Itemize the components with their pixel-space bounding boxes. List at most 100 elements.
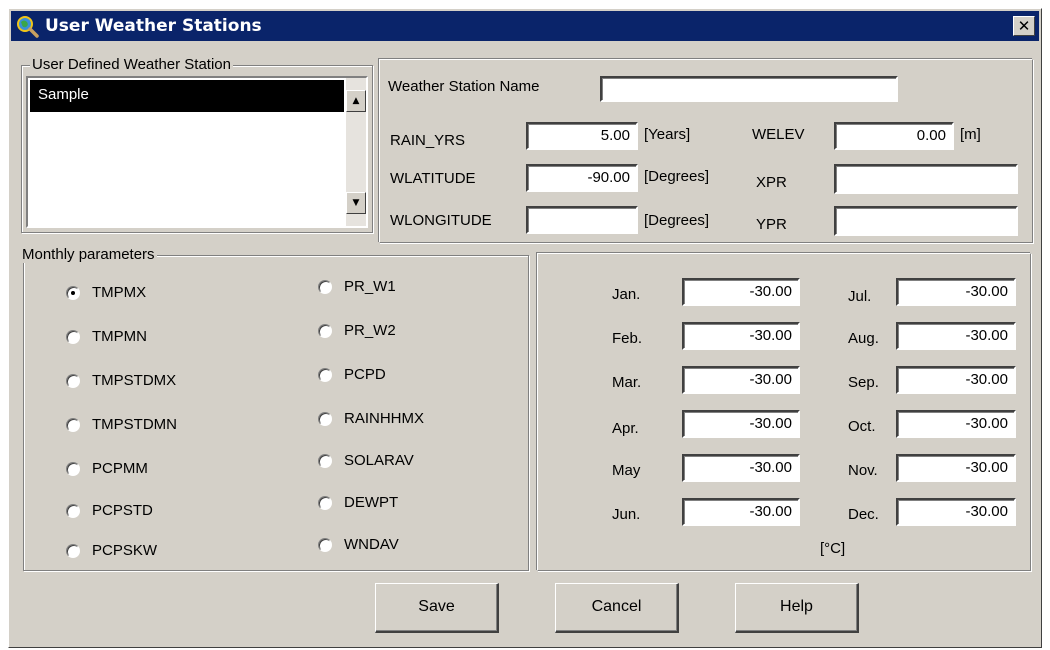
radio-label: PCPMM [92,460,148,477]
radio-icon [318,323,332,338]
scroll-up-button[interactable]: ▲ [346,90,366,112]
wlatitude-field[interactable]: -90.00 [526,164,638,192]
wlongitude-field[interactable] [526,206,638,234]
month-label-sep: Sep. [848,374,879,391]
cancel-button[interactable]: Cancel [555,583,679,633]
month-label-dec: Dec. [848,506,879,523]
radio-icon [66,329,80,344]
month-label-nov: Nov. [848,462,878,479]
wlatitude-unit: [Degrees] [644,168,710,185]
radio-icon [66,461,80,476]
rain-yrs-label: RAIN_YRS [390,132,466,149]
radio-label: TMPMX [92,284,147,301]
station-list-group: User Defined Weather Station Sample ▲ ▼ [21,56,373,233]
radio-pcpstd[interactable]: PCPSTD [66,502,153,519]
wlatitude-label: WLATITUDE [390,170,476,187]
radio-selected-icon [66,285,80,300]
month-field-sep[interactable]: -30.00 [896,366,1016,394]
monthly-parameters-group: Monthly parameters TMPMX TMPMN TMPSTDMX … [20,246,529,571]
welev-field[interactable]: 0.00 [834,122,954,150]
radio-label: DEWPT [344,494,399,511]
month-label-jan: Jan. [612,286,641,303]
radio-solarav[interactable]: SOLARAV [318,452,414,469]
close-icon: ✕ [1017,17,1031,35]
radio-wndav[interactable]: WNDAV [318,536,399,553]
station-listbox[interactable]: Sample ▲ ▼ [26,76,368,228]
temperature-unit-label: [°C] [820,540,846,557]
ypr-label: YPR [756,216,787,233]
month-label-aug: Aug. [848,330,879,347]
radio-pr-w1[interactable]: PR_W1 [318,278,396,295]
radio-label: TMPSTDMX [92,372,177,389]
radio-tmpmx[interactable]: TMPMX [66,284,146,301]
month-field-nov[interactable]: -30.00 [896,454,1016,482]
radio-rainhhmx[interactable]: RAINHHMX [318,410,424,427]
radio-pr-w2[interactable]: PR_W2 [318,322,396,339]
arrow-down-icon: ▼ [352,198,360,208]
monthly-values-panel: Jan. -30.00 Feb. -30.00 Mar. -30.00 Apr.… [537,253,1031,571]
radio-label: TMPMN [92,328,147,345]
month-label-jul: Jul. [848,288,872,305]
radio-tmpstdmx[interactable]: TMPSTDMX [66,372,176,389]
radio-dewpt[interactable]: DEWPT [318,494,398,511]
station-name-label: Weather Station Name [388,78,540,95]
month-field-jul[interactable]: -30.00 [896,278,1016,306]
station-list-scrollbar[interactable]: ▲ ▼ [346,78,366,226]
rain-yrs-unit: [Years] [644,126,691,143]
month-label-mar: Mar. [612,374,642,391]
month-field-apr[interactable]: -30.00 [682,410,800,438]
scroll-down-button[interactable]: ▼ [346,192,366,214]
radio-label: PCPD [344,366,386,383]
month-label-jun: Jun. [612,506,641,523]
radio-label: RAINHHMX [344,410,425,427]
xpr-label: XPR [756,174,787,191]
radio-icon [318,279,332,294]
month-field-feb[interactable]: -30.00 [682,322,800,350]
month-field-may[interactable]: -30.00 [682,454,800,482]
month-field-jan[interactable]: -30.00 [682,278,800,306]
station-info-panel: Weather Station Name RAIN_YRS 5.00 [Year… [379,59,1033,243]
radio-label: TMPSTDMN [92,416,177,433]
month-field-mar[interactable]: -30.00 [682,366,800,394]
month-field-dec[interactable]: -30.00 [896,498,1016,526]
radio-icon [66,373,80,388]
radio-label: PR_W1 [344,278,396,295]
radio-icon [318,367,332,382]
monthly-parameters-label: Monthly parameters [20,246,157,263]
close-button[interactable]: ✕ [1013,16,1035,36]
radio-icon [318,453,332,468]
radio-pcpskw[interactable]: PCPSKW [66,542,157,559]
rain-yrs-field[interactable]: 5.00 [526,122,638,150]
month-label-apr: Apr. [612,420,639,437]
radio-label: PCPSKW [92,542,158,559]
radio-icon [318,411,332,426]
window-title: User Weather Stations [45,16,262,36]
help-button[interactable]: Help [735,583,859,633]
station-name-field[interactable] [600,76,898,102]
globe-magnifier-icon [17,16,39,38]
month-field-oct[interactable]: -30.00 [896,410,1016,438]
month-label-feb: Feb. [612,330,643,347]
radio-tmpstdmn[interactable]: TMPSTDMN [66,416,177,433]
station-list-group-label: User Defined Weather Station [30,56,233,73]
radio-pcpd[interactable]: PCPD [318,366,386,383]
list-item-sample[interactable]: Sample [30,80,344,112]
radio-icon [66,417,80,432]
welev-label: WELEV [752,126,805,143]
radio-label: PR_W2 [344,322,396,339]
arrow-up-icon: ▲ [352,96,360,106]
radio-label: SOLARAV [344,452,414,469]
xpr-field[interactable] [834,164,1018,194]
welev-unit: [m] [960,126,981,143]
month-field-jun[interactable]: -30.00 [682,498,800,526]
wlongitude-label: WLONGITUDE [390,212,492,229]
month-field-aug[interactable]: -30.00 [896,322,1016,350]
month-label-may: May [612,462,641,479]
radio-tmpmn[interactable]: TMPMN [66,328,147,345]
title-bar[interactable]: User Weather Stations ✕ [11,11,1039,41]
radio-pcpmm[interactable]: PCPMM [66,460,148,477]
radio-icon [66,543,80,558]
radio-label: PCPSTD [92,502,153,519]
ypr-field[interactable] [834,206,1018,236]
save-button[interactable]: Save [375,583,499,633]
